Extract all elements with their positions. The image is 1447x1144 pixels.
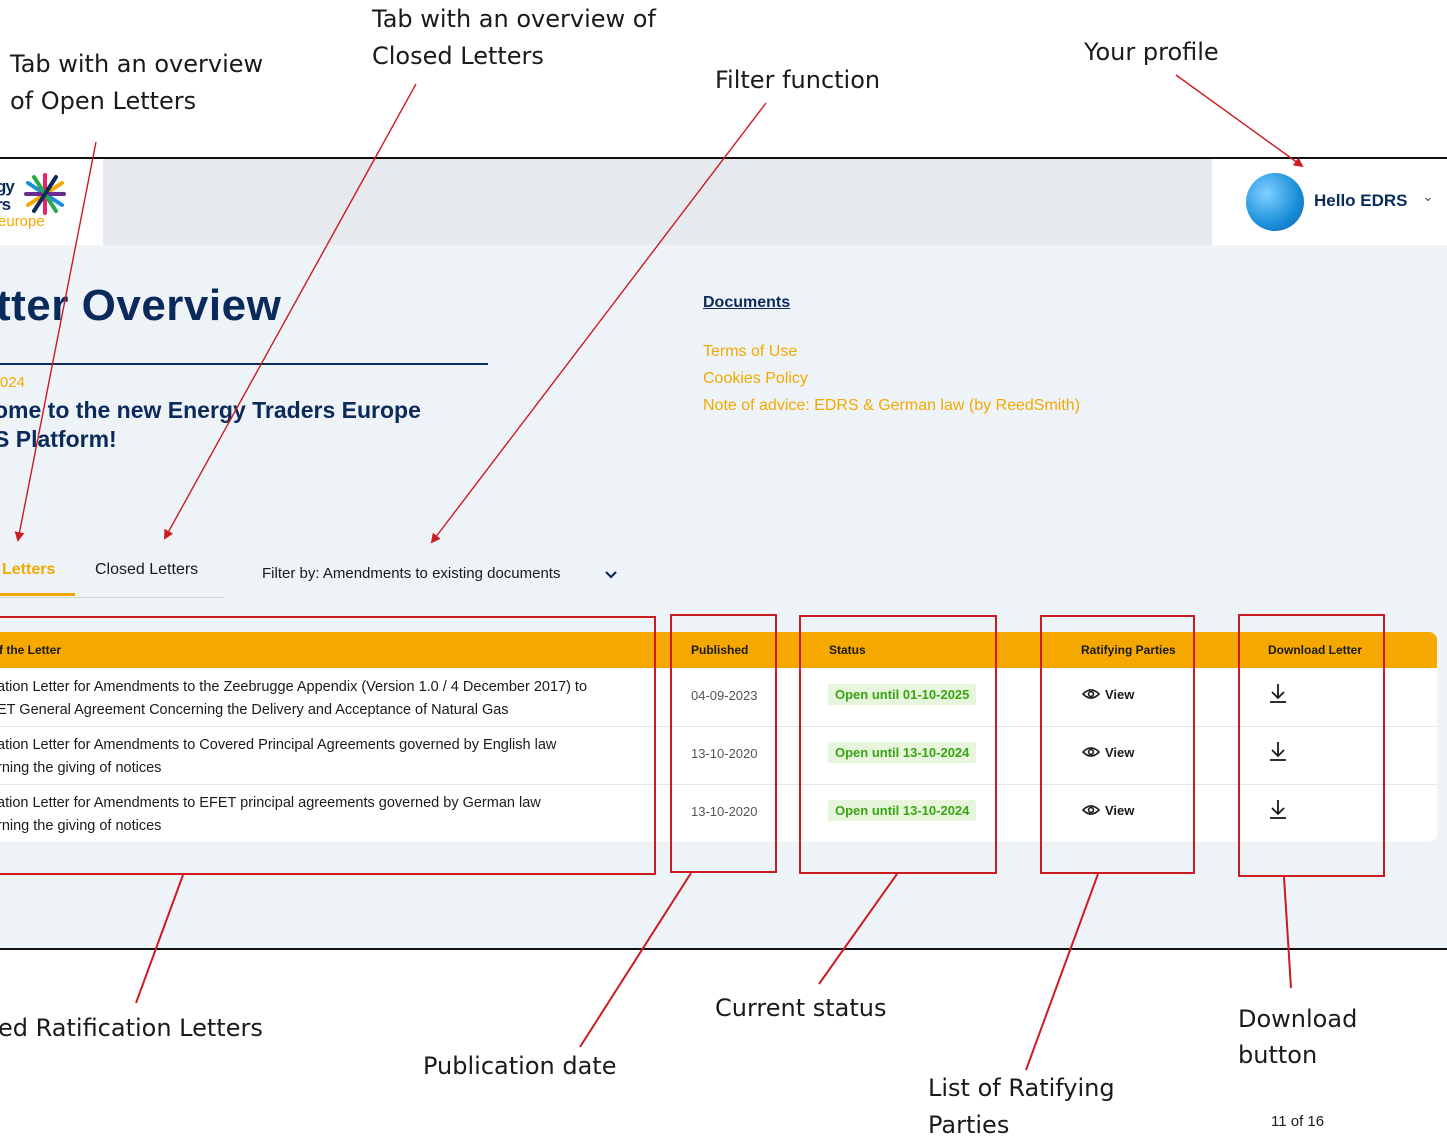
annotation-open-tab-2: of Open Letters xyxy=(10,87,197,115)
logo-text-1: gy xyxy=(0,177,15,196)
logo-star-icon xyxy=(24,173,66,215)
arrow-profile xyxy=(1175,74,1304,168)
letter-tabs: Letters Closed Letters xyxy=(0,557,225,598)
annotation-profile: Your profile xyxy=(1084,38,1219,66)
page-title: tter Overview xyxy=(0,281,282,330)
page-number: 11 of 16 xyxy=(1271,1113,1325,1130)
annotation-parties-2: Parties xyxy=(928,1111,1010,1139)
annotation-open-tab-1: Tab with an overview xyxy=(10,50,264,78)
note-of-advice-link[interactable]: Note of advice: EDRS & German law (by Re… xyxy=(703,392,1080,419)
annotation-download-1: Download xyxy=(1238,1005,1358,1033)
news-title: ome to the new Energy Traders Europe S P… xyxy=(0,396,514,454)
annotation-filter: Filter function xyxy=(715,66,881,94)
news-title-line-1: ome to the new Energy Traders Europe xyxy=(0,397,421,423)
header-banner xyxy=(103,159,1212,245)
logo[interactable]: gy rs europe xyxy=(0,159,103,245)
top-bar: gy rs europe Hello EDRS ⌄ xyxy=(0,159,1447,245)
highlight-letters-column xyxy=(0,616,656,875)
news-title-line-2: S Platform! xyxy=(0,426,117,452)
avatar[interactable] xyxy=(1246,173,1304,231)
logo-text-2: rs xyxy=(0,195,11,214)
filter-dropdown[interactable]: Filter by: Amendments to existing docume… xyxy=(262,565,560,582)
tab-closed-letters[interactable]: Closed Letters xyxy=(95,561,198,579)
highlight-status-column xyxy=(799,615,997,874)
tab-open-letters[interactable]: Letters xyxy=(2,561,55,579)
chevron-down-icon[interactable] xyxy=(603,567,619,583)
chevron-down-icon[interactable]: ⌄ xyxy=(1422,188,1434,205)
news-date: 024 xyxy=(0,374,26,391)
tab-active-indicator xyxy=(0,593,75,596)
cookies-link[interactable]: Cookies Policy xyxy=(703,365,1080,392)
annotation-download-2: button xyxy=(1238,1041,1318,1069)
highlight-download-column xyxy=(1238,614,1385,877)
annotation-closed-tab-1: Tab with an overview of xyxy=(372,5,656,33)
profile-menu[interactable]: Hello EDRS ⌄ xyxy=(1246,171,1446,231)
annotation-letters: ed Ratification Letters xyxy=(0,1014,263,1042)
title-divider xyxy=(0,363,488,365)
highlight-published-column xyxy=(670,614,777,873)
side-links: Documents Terms of Use Cookies Policy No… xyxy=(703,294,1080,419)
annotation-closed-tab-2: Closed Letters xyxy=(372,42,544,70)
annotation-status: Current status xyxy=(715,994,887,1022)
annotation-parties-1: List of Ratifying xyxy=(928,1074,1115,1102)
profile-greeting[interactable]: Hello EDRS xyxy=(1314,191,1408,211)
highlight-parties-column xyxy=(1040,615,1195,874)
documents-link[interactable]: Documents xyxy=(703,294,1080,312)
annotation-published: Publication date xyxy=(423,1052,617,1080)
terms-link[interactable]: Terms of Use xyxy=(703,338,1080,365)
